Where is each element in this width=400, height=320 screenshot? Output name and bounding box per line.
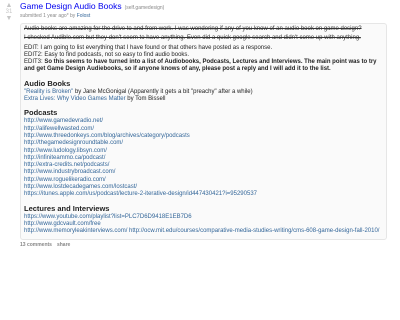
lecture-link[interactable]: http://www.gdcvault.com/free	[24, 221, 101, 227]
podcast-link[interactable]: http://thegamedesignroundtable.com/	[24, 140, 123, 146]
podcast-link[interactable]: http://www.roguelikeradio.com/	[24, 177, 106, 183]
lectures-heading: Lectures and Interviews	[24, 203, 110, 213]
body-paragraph-1: Audio books are amazing for the drive to…	[24, 26, 362, 32]
podcast-link[interactable]: http://extra-credits.net/podcasts/	[24, 162, 109, 168]
share-link[interactable]: share	[57, 242, 70, 248]
audiobook-note: by Tom Bissell	[125, 96, 166, 103]
podcasts-list: http://www.gamedevradio.net/ http://alif…	[24, 118, 382, 198]
tagline-prefix: submitted 1 year ago* by	[20, 13, 77, 19]
podcasts-heading: Podcasts	[24, 108, 58, 118]
lectures-list: https://www.youtube.com/playlist?list=PL…	[24, 214, 382, 236]
edit-note-3-prefix: EDIT3:	[24, 59, 45, 66]
podcast-link[interactable]: http://www.threedonkeys.com/blog/archive…	[24, 133, 190, 139]
audiobooks-heading: Audio Books	[24, 78, 71, 88]
downvote-arrow-icon[interactable]: ▼	[4, 15, 14, 22]
podcast-link[interactable]: http://www.gamedevradio.net/	[24, 118, 103, 124]
upvote-arrow-icon[interactable]: ▲	[4, 2, 14, 9]
list-item: Extra Lives: Why Video Games Matter by T…	[24, 96, 382, 103]
lecture-link[interactable]: https://www.youtube.com/playlist?list=PL…	[24, 214, 192, 220]
podcast-link[interactable]: https://itunes.apple.com/us/podcast/lect…	[24, 191, 257, 197]
reddit-post-page: ▲ 31 ▼ Game Design Audio Books (self.game…	[0, 0, 400, 320]
post-title-link[interactable]: Game Design Audio Books	[20, 1, 122, 11]
title-line: Game Design Audio Books (self.gamedesign)	[20, 1, 394, 13]
edit-note-3-text: So this seems to have turned into a list…	[24, 59, 377, 73]
audiobooks-list: "Reality is Broken" by Jane McGonigal (A…	[24, 89, 382, 104]
author-link[interactable]: Folost	[77, 13, 91, 19]
edit-note-3: EDIT3: So this seems to have turned into…	[24, 59, 382, 74]
post-tagline: submitted 1 year ago* by Folost	[20, 13, 394, 19]
edit-note-2: EDIT2: Easy to find podcasts, not so eas…	[24, 51, 190, 58]
podcast-link[interactable]: http://infiniteammo.ca/podcast/	[24, 155, 105, 161]
audiobook-link[interactable]: "Reality is Broken"	[24, 89, 73, 95]
comments-link[interactable]: 13 comments	[20, 242, 52, 248]
podcast-link[interactable]: http://www.lostdecadegames.com/lostcast/	[24, 184, 137, 190]
edit-note-1: EDIT: I am going to list everything that…	[24, 44, 273, 51]
podcast-link[interactable]: http://www.ludology.libsyn.com/	[24, 148, 107, 154]
post-footer: 13 comments share	[20, 242, 394, 248]
podcast-link[interactable]: http://alifewellwasted.com/	[24, 126, 94, 132]
post-body: Audio books are amazing for the drive to…	[20, 23, 387, 240]
body-paragraph-2: I checked Audible.com but they don't see…	[24, 35, 361, 42]
audiobook-link[interactable]: Extra Lives: Why Video Games Matter	[24, 96, 126, 102]
lecture-link[interactable]: http://www.memoryleakinterviews.com/ htt…	[24, 228, 379, 234]
post: Game Design Audio Books (self.gamedesign)…	[20, 1, 394, 248]
audiobook-note: by Jane McGonigal (Apparently it gets a …	[73, 88, 253, 95]
post-domain[interactable]: (self.gamedesign)	[125, 5, 165, 11]
list-item: "Reality is Broken" by Jane McGonigal (A…	[24, 89, 382, 96]
podcast-link[interactable]: http://www.industrybroadcast.com/	[24, 169, 115, 175]
vote-column: ▲ 31 ▼	[4, 2, 14, 22]
